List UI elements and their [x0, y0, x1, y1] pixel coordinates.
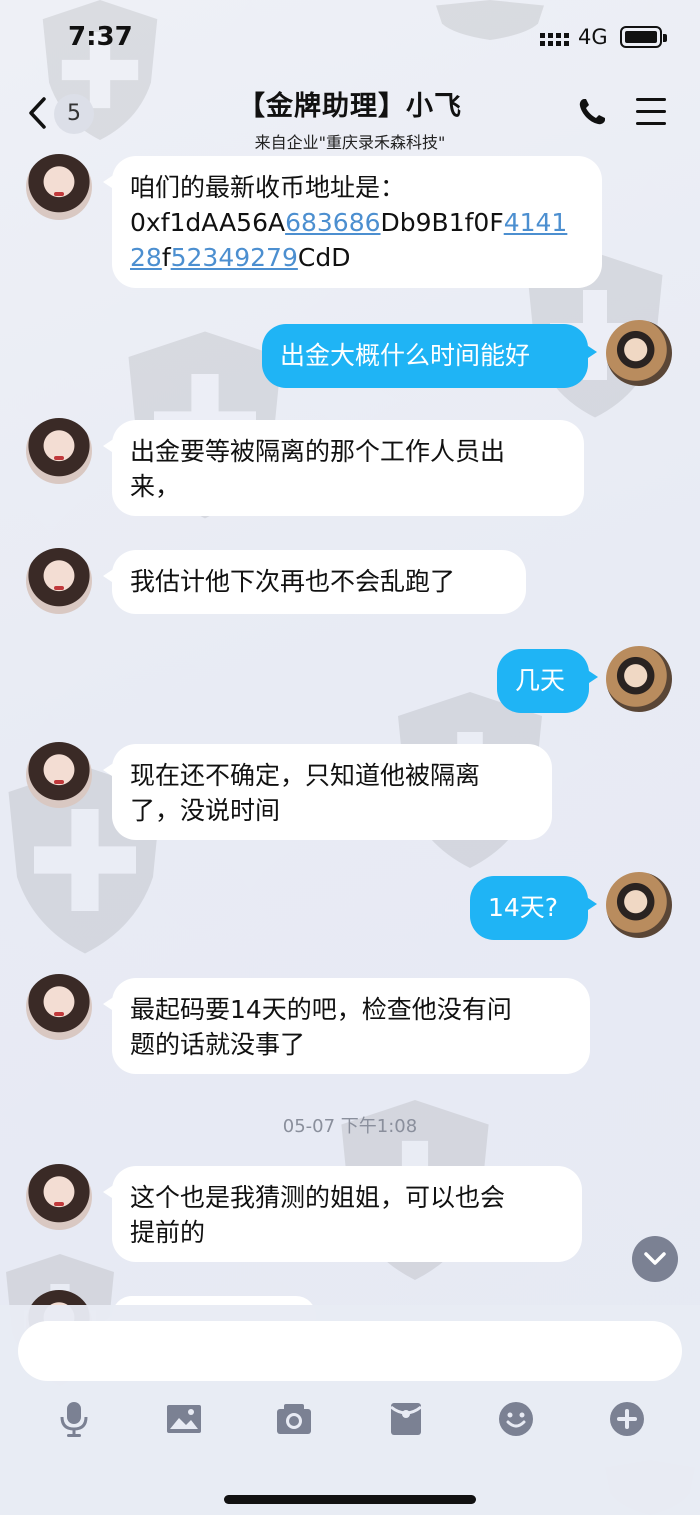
message-text: 提前的	[130, 1218, 206, 1247]
emoji-icon[interactable]	[496, 1399, 536, 1439]
message-bubble-outgoing[interactable]: 几天	[497, 649, 598, 713]
wallet-address-line-2: 28f52349279CdD	[130, 243, 351, 272]
message-bubble-outgoing[interactable]: 出金大概什么时间能好	[262, 324, 597, 388]
wallet-address-line-1: 0xf1dAA56A683686Db9B1f0F4141	[130, 208, 568, 237]
user-avatar[interactable]	[606, 872, 672, 938]
chat-subtitle: 来自企业"重庆录禾森科技"	[254, 133, 446, 152]
message-bubble-incoming[interactable]: 出金要等被隔离的那个工作人员出 来，	[103, 420, 584, 516]
address-link[interactable]: 4141	[504, 208, 568, 237]
contact-avatar[interactable]	[26, 974, 92, 1040]
contact-avatar[interactable]	[26, 154, 92, 220]
microphone-icon[interactable]	[54, 1399, 94, 1439]
address-link[interactable]: 683686	[285, 208, 380, 237]
message-text: 这个也是我猜测的姐姐，可以也会	[130, 1183, 506, 1212]
scroll-to-bottom-button[interactable]	[632, 1236, 678, 1282]
message-bubble-incoming[interactable]: 咱们的最新收币地址是： 0xf1dAA56A683686Db9B1f0F4141…	[103, 156, 602, 288]
camera-icon[interactable]	[274, 1399, 314, 1439]
message-text: 出金要等被隔离的那个工作人员出	[130, 437, 506, 466]
message-text: 14天?	[488, 893, 559, 922]
message-timestamp: 05-07 下午1:08	[282, 1116, 418, 1137]
chat-header: 5 【金牌助理】小飞 来自企业"重庆录禾森科技"	[0, 78, 700, 153]
message-text: 我估计他下次再也不会乱跑了	[130, 567, 456, 596]
unread-count-badge: 5	[54, 94, 94, 134]
message-bubble-incoming[interactable]: 现在还不确定，只知道他被隔离 了，没说时间	[103, 744, 552, 840]
message-bubble-incoming[interactable]: 最起码要14天的吧，检查他没有问 题的话就没事了	[103, 978, 590, 1074]
message-text: 题的话就没事了	[130, 1030, 306, 1059]
message-bubble-incoming[interactable]: 我估计他下次再也不会乱跑了	[103, 550, 526, 614]
chevron-down-icon	[644, 1252, 666, 1265]
back-button[interactable]: 5	[22, 88, 102, 138]
image-icon[interactable]	[164, 1399, 204, 1439]
home-indicator[interactable]	[224, 1495, 476, 1504]
chat-title: 【金牌助理】小飞	[238, 91, 462, 122]
contact-avatar[interactable]	[26, 418, 92, 484]
message-text: 现在还不确定，只知道他被隔离	[130, 761, 481, 790]
network-type: 4G	[578, 25, 608, 49]
signal-icon	[540, 33, 569, 46]
chevron-left-icon	[29, 97, 46, 129]
message-text: 来，	[130, 472, 181, 501]
message-text: 咱们的最新收币地址是：	[130, 173, 406, 202]
message-text: 最起码要14天的吧，检查他没有问	[130, 995, 512, 1024]
message-text: 了，没说时间	[130, 796, 281, 825]
contact-avatar[interactable]	[26, 1164, 92, 1230]
red-packet-icon[interactable]	[386, 1399, 426, 1439]
battery-icon	[620, 26, 667, 48]
contact-avatar[interactable]	[26, 742, 92, 808]
message-text: 出金大概什么时间能好	[280, 341, 531, 370]
message-input[interactable]	[18, 1321, 682, 1381]
plus-icon[interactable]	[607, 1399, 647, 1439]
contact-avatar[interactable]	[26, 548, 92, 614]
phone-call-icon[interactable]	[576, 96, 608, 128]
input-panel	[0, 1305, 700, 1515]
address-link[interactable]: 28	[130, 243, 162, 272]
chat-title-block[interactable]: 【金牌助理】小飞 来自企业"重庆录禾森科技"	[150, 84, 550, 153]
menu-icon[interactable]	[636, 98, 666, 126]
status-bar: 7:37 4G	[0, 0, 700, 78]
message-text: 几天	[515, 666, 566, 695]
address-link[interactable]: 52349279	[171, 243, 298, 272]
user-avatar[interactable]	[606, 320, 672, 386]
status-time: 7:37	[68, 22, 133, 52]
message-bubble-incoming[interactable]: 这个也是我猜测的姐姐，可以也会 提前的	[103, 1166, 582, 1262]
user-avatar[interactable]	[606, 646, 672, 712]
message-bubble-outgoing[interactable]: 14天?	[470, 876, 597, 940]
